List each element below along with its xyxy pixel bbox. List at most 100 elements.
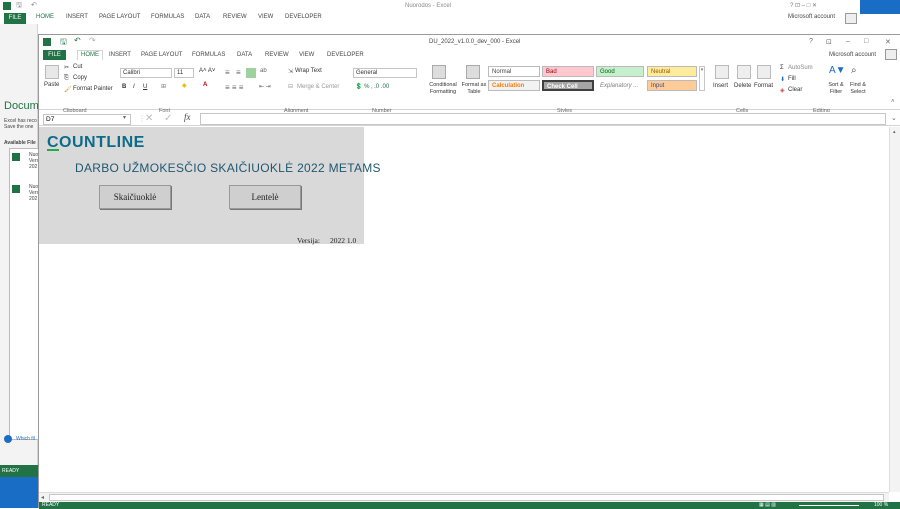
scroll-left-icon[interactable]: ◂: [41, 494, 44, 501]
background-tab-developer[interactable]: DEVELOPER: [285, 14, 322, 20]
format-painter-icon[interactable]: 🖌: [64, 86, 72, 93]
insert-cells-button[interactable]: Insert: [713, 83, 728, 89]
style-check-cell[interactable]: Check Cell: [542, 80, 594, 91]
format-as-table-button[interactable]: Format as Table: [459, 82, 489, 96]
fill-color-icon[interactable]: ◆: [182, 82, 187, 89]
name-box-dropdown-icon[interactable]: ▾: [123, 114, 126, 121]
name-box[interactable]: D7: [43, 114, 131, 125]
orientation-icon[interactable]: ab: [260, 68, 267, 74]
accounting-format-icon[interactable]: 💲 % ‚ .0 .00: [355, 83, 389, 90]
collapse-ribbon-icon[interactable]: ˄: [891, 99, 895, 105]
grow-font-icon[interactable]: A˄ A˅: [199, 68, 215, 74]
align-left-icon[interactable]: ≡ ≡ ≡: [225, 83, 243, 92]
borders-icon[interactable]: ⊞: [161, 83, 166, 90]
background-tab-view[interactable]: VIEW: [258, 14, 273, 20]
conditional-formatting-icon[interactable]: [432, 65, 446, 79]
cut-button[interactable]: Cut: [73, 64, 82, 70]
ribbon-display-options-button[interactable]: ⊡: [826, 38, 832, 46]
background-account[interactable]: Microsoft account: [788, 14, 835, 20]
tab-data[interactable]: DATA: [237, 52, 252, 58]
help-icon[interactable]: [4, 435, 12, 443]
cut-icon[interactable]: ✂: [64, 64, 69, 71]
bottom-align-icon[interactable]: [246, 68, 256, 78]
font-color-icon[interactable]: A: [203, 82, 207, 88]
close-button[interactable]: ✕: [885, 38, 891, 46]
background-tab-formulas[interactable]: FORMULAS: [151, 14, 184, 20]
enter-icon[interactable]: ✓: [164, 113, 172, 124]
fill-button[interactable]: Fill: [788, 76, 796, 82]
copy-button[interactable]: Copy: [73, 75, 87, 81]
merge-icon[interactable]: ⊟: [288, 83, 293, 90]
sort-filter-button[interactable]: Sort & Filter: [825, 82, 847, 96]
clear-button[interactable]: Clear: [788, 87, 802, 93]
style-explanatory[interactable]: Explanatory ...: [596, 80, 644, 91]
which-files-link[interactable]: Which fil: [16, 436, 35, 442]
background-tab-page-layout[interactable]: PAGE LAYOUT: [99, 14, 140, 20]
undo-icon[interactable]: ↶: [74, 36, 81, 45]
number-format-select[interactable]: General: [353, 68, 417, 78]
account-name[interactable]: Microsoft account: [829, 52, 876, 58]
sort-filter-icon[interactable]: A▼: [829, 65, 846, 76]
fill-icon[interactable]: ⬇: [780, 76, 785, 83]
tab-developer[interactable]: DEVELOPER: [327, 52, 364, 58]
merge-center-button[interactable]: Merge & Center: [297, 84, 339, 90]
autosum-icon[interactable]: Σ: [780, 65, 784, 71]
paste-button[interactable]: Paste: [44, 82, 59, 88]
font-size-select[interactable]: 11: [174, 68, 194, 78]
tab-formulas[interactable]: FORMULAS: [192, 52, 225, 58]
save-icon[interactable]: 🖫: [16, 1, 22, 12]
style-neutral[interactable]: Neutral: [647, 66, 697, 77]
format-painter-button[interactable]: Format Painter: [73, 86, 113, 92]
style-input[interactable]: Input: [647, 80, 697, 91]
tab-page-layout[interactable]: PAGE LAYOUT: [141, 52, 182, 58]
table-button[interactable]: Lentelė: [229, 185, 301, 209]
tab-review[interactable]: REVIEW: [265, 52, 289, 58]
horizontal-scroll-thumb[interactable]: [49, 494, 884, 501]
background-avatar[interactable]: [845, 13, 857, 24]
style-good[interactable]: Good: [596, 66, 644, 77]
help-button[interactable]: ?: [809, 38, 813, 45]
find-select-button[interactable]: Find & Select: [845, 82, 871, 96]
background-file-tab[interactable]: FILE: [4, 13, 26, 24]
clear-icon[interactable]: ◈: [780, 87, 785, 94]
style-normal[interactable]: Normal: [488, 66, 540, 77]
background-tab-data[interactable]: DATA: [195, 14, 210, 20]
cancel-icon[interactable]: ✕: [145, 113, 153, 124]
font-name-select[interactable]: Calibri: [120, 68, 172, 78]
zoom-slider[interactable]: [799, 505, 859, 506]
delete-cells-icon[interactable]: [737, 65, 751, 79]
tab-home[interactable]: HOME: [77, 50, 103, 60]
background-tab-insert[interactable]: INSERT: [66, 14, 88, 20]
format-cells-icon[interactable]: [757, 65, 771, 79]
formula-input[interactable]: [200, 113, 886, 125]
conditional-formatting-button[interactable]: Conditional Formatting: [424, 82, 462, 96]
background-tab-review[interactable]: REVIEW: [223, 14, 247, 20]
undo-icon[interactable]: ↶: [31, 1, 37, 9]
wrap-text-icon[interactable]: ⇲: [288, 68, 293, 75]
save-icon[interactable]: 🖫: [60, 36, 67, 50]
indent-icon[interactable]: ⇤ ⇥: [259, 83, 271, 90]
middle-align-icon[interactable]: ≡: [236, 68, 241, 77]
minimize-button[interactable]: –: [846, 38, 850, 45]
redo-icon[interactable]: ↷: [89, 36, 96, 45]
style-calculation[interactable]: Calculation: [488, 80, 540, 91]
styles-scroll-icon[interactable]: ▾: [699, 66, 705, 91]
scroll-up-icon[interactable]: ▴: [893, 129, 896, 135]
underline-button[interactable]: U: [143, 84, 147, 90]
style-bad[interactable]: Bad: [542, 66, 594, 77]
tab-view[interactable]: VIEW: [299, 52, 314, 58]
insert-function-icon[interactable]: fx: [184, 112, 191, 122]
maximize-button[interactable]: □: [864, 38, 868, 45]
binoculars-icon[interactable]: ⌕: [851, 65, 857, 76]
background-window-controls[interactable]: ? ⊡ – □ ✕: [790, 2, 817, 9]
autosum-button[interactable]: AutoSum: [788, 65, 813, 71]
copy-icon[interactable]: ⎘: [64, 75, 69, 82]
calculator-button[interactable]: Skaičiuoklė: [99, 185, 171, 209]
top-align-icon[interactable]: ≡: [225, 68, 230, 77]
horizontal-scrollbar[interactable]: ◂: [39, 492, 889, 502]
format-as-table-icon[interactable]: [466, 65, 480, 79]
file-tab[interactable]: FILE: [43, 50, 66, 60]
delete-cells-button[interactable]: Delete: [734, 83, 751, 89]
vertical-scrollbar[interactable]: ▴: [889, 127, 900, 492]
bold-button[interactable]: B: [122, 84, 126, 90]
